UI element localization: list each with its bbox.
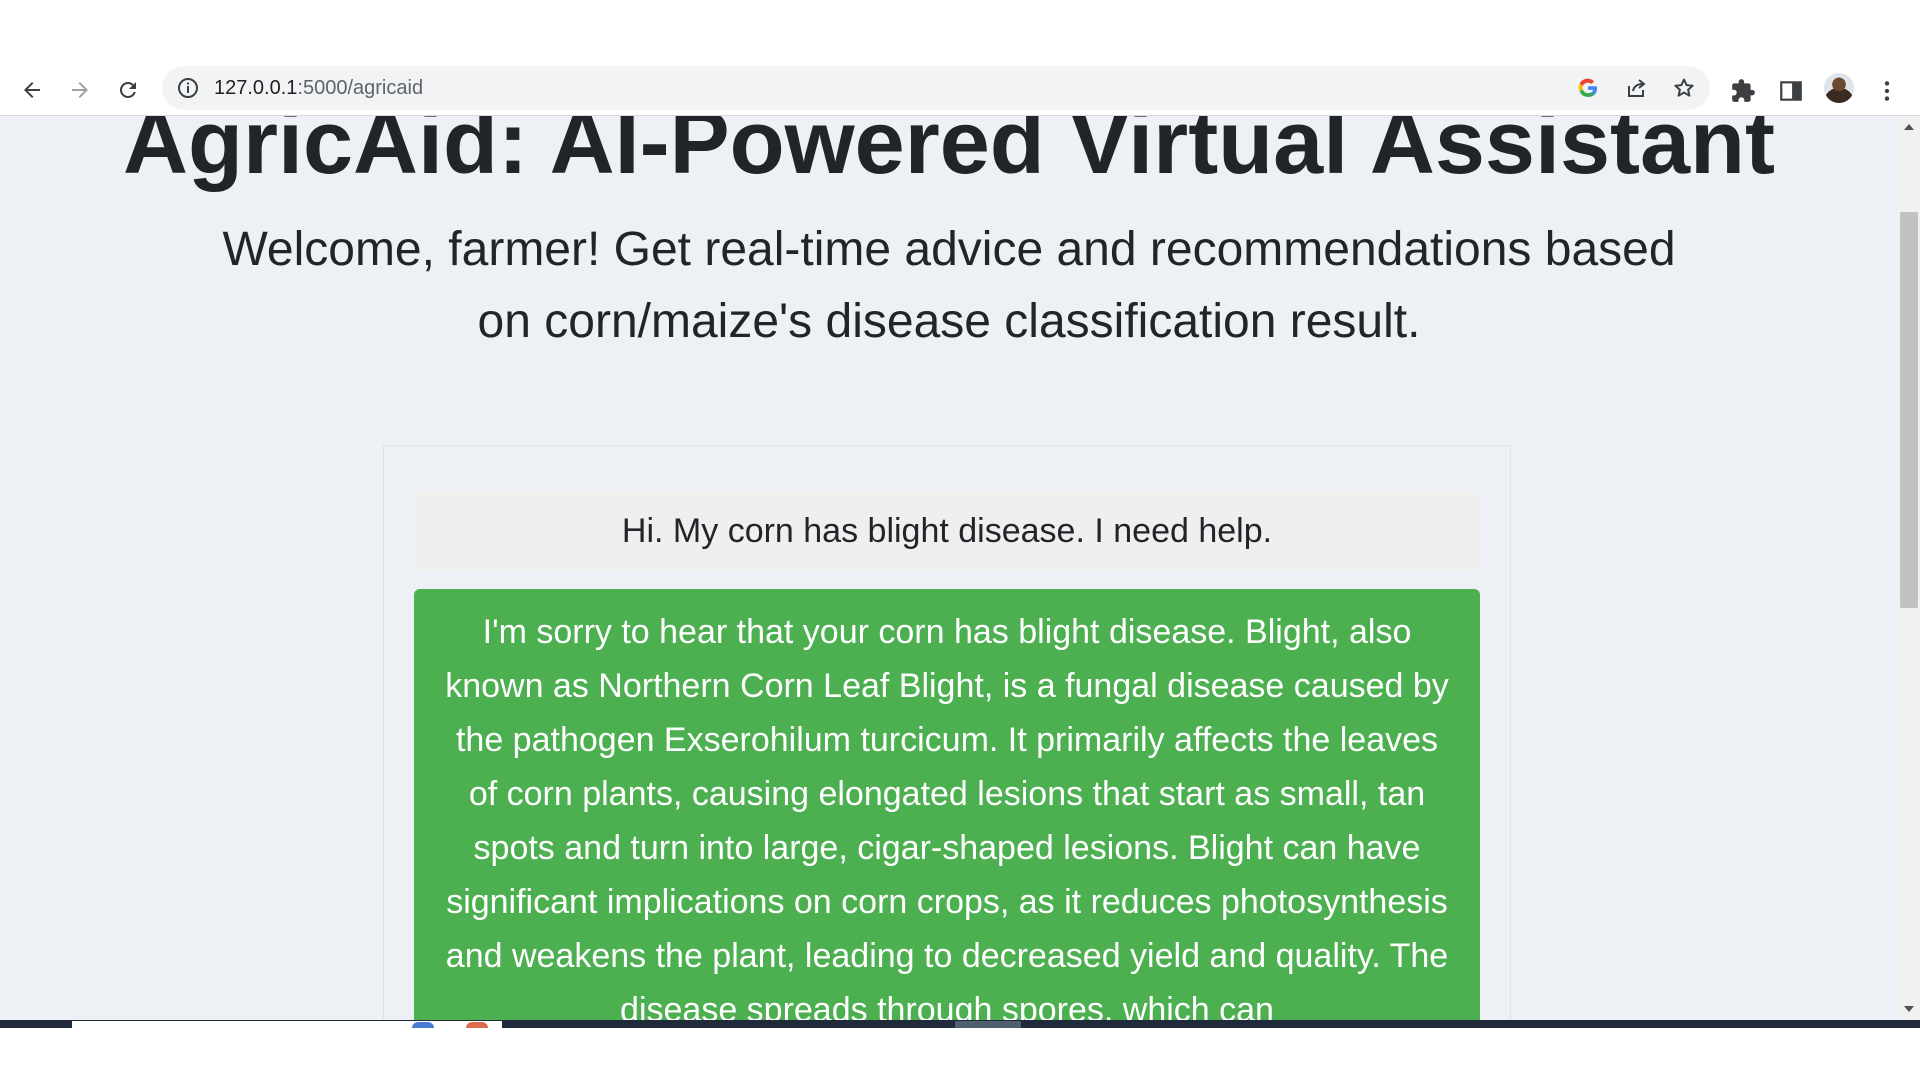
url-text[interactable]: 127.0.0.1:5000/agricaid: [214, 76, 423, 100]
scroll-up-arrow-icon[interactable]: [1904, 124, 1914, 130]
reload-icon: [119, 82, 136, 98]
side-panel-icon[interactable]: [1778, 78, 1804, 104]
arrow-right-icon: [72, 82, 88, 98]
page-lead: Welcome, farmer! Get real-time advice an…: [222, 223, 1676, 348]
window-bottom-area: [0, 1028, 1920, 1080]
scroll-thumb[interactable]: [1900, 212, 1918, 608]
back-button[interactable]: [14, 72, 50, 108]
user-message: Hi. My corn has blight disease. I need h…: [414, 491, 1480, 571]
browser-toolbar: 127.0.0.1:5000/agricaid: [0, 64, 1920, 116]
share-icon[interactable]: [1624, 76, 1648, 100]
url-host: 127.0.0.1: [214, 77, 298, 99]
url-path: :5000/agricaid: [297, 77, 424, 99]
google-icon[interactable]: [1576, 76, 1600, 100]
arrow-left-icon: [24, 82, 40, 98]
assistant-message: I'm sorry to hear that your corn has bli…: [414, 589, 1480, 1020]
scroll-down-arrow-icon[interactable]: [1904, 1006, 1914, 1012]
puzzle-icon[interactable]: [1730, 78, 1756, 104]
taskbar-active-item: [955, 1021, 1021, 1028]
window-top-area: [0, 0, 1920, 64]
taskbar-highlight: [72, 1021, 502, 1028]
forward-button[interactable]: [62, 72, 98, 108]
kebab-menu-icon[interactable]: [1874, 78, 1900, 104]
reload-button[interactable]: [110, 72, 146, 108]
page-scrollbar[interactable]: [1898, 116, 1920, 1020]
star-icon[interactable]: [1672, 76, 1696, 100]
page-viewport: AgricAid: AI-Powered Virtual Assistant W…: [0, 116, 1898, 1020]
avatar[interactable]: [1824, 73, 1854, 103]
taskbar-edge: [0, 1020, 1920, 1028]
address-bar[interactable]: 127.0.0.1:5000/agricaid: [162, 66, 1710, 110]
page-title: AgricAid: AI-Powered Virtual Assistant: [123, 116, 1775, 193]
info-icon[interactable]: [176, 76, 200, 100]
chat-container[interactable]: Hi. My corn has blight disease. I need h…: [383, 445, 1511, 1020]
